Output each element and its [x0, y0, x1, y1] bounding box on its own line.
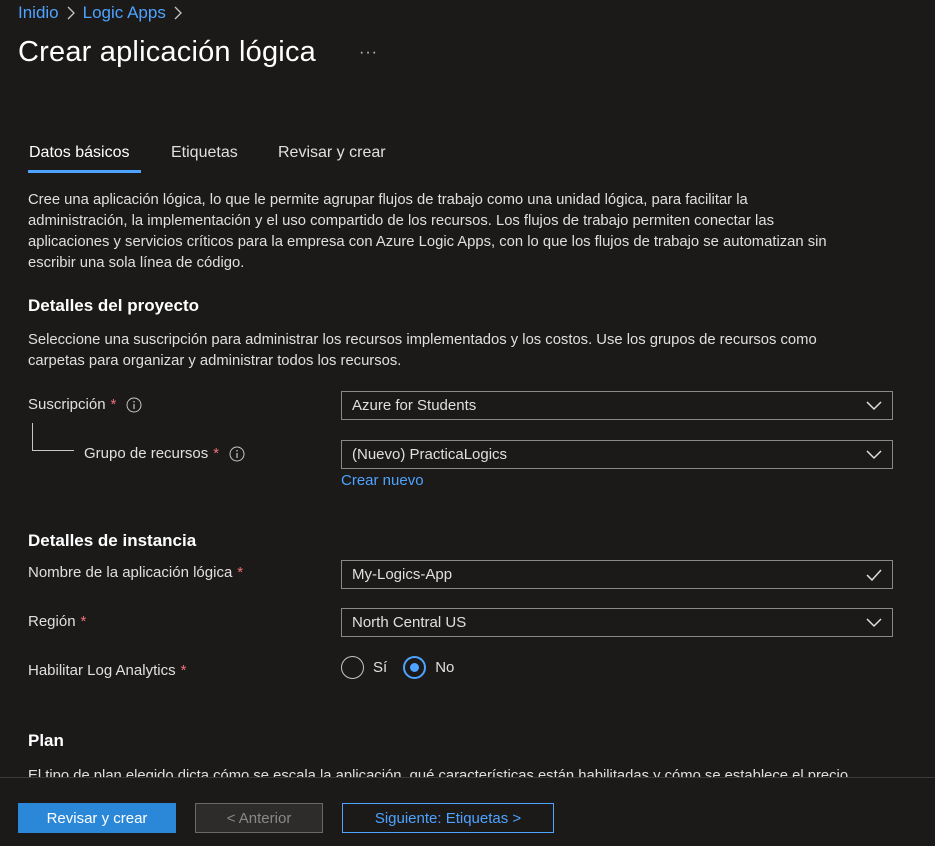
radio-si-label: Sí: [373, 659, 388, 676]
resource-group-value: (Nuevo) PracticaLogics: [352, 446, 508, 463]
required-marker: *: [213, 445, 220, 462]
region-label-text: Región: [28, 613, 76, 630]
intro-description: Cree una aplicación lógica, lo que le pe…: [28, 190, 898, 274]
intro-line: administración, la implementación y el u…: [28, 213, 774, 229]
breadcrumb-link-home[interactable]: Inidio: [18, 3, 59, 23]
intro-line: escribir una sola línea de código.: [28, 255, 245, 271]
chevron-right-icon: [67, 6, 75, 20]
log-analytics-radio-group: Sí No: [341, 656, 454, 679]
project-description: Seleccione una suscripción para administ…: [28, 330, 898, 372]
app-name-label-text: Nombre de la aplicación lógica: [28, 564, 233, 581]
required-marker: *: [110, 396, 117, 413]
tab-datos-basicos[interactable]: Datos básicos: [29, 144, 130, 162]
intro-line: aplicaciones y servicios críticos para l…: [28, 234, 827, 250]
chevron-down-icon: [866, 449, 882, 460]
breadcrumb: Inidio Logic Apps: [18, 3, 190, 23]
required-marker: *: [80, 613, 87, 630]
section-title-plan: Plan: [28, 731, 64, 750]
page-title: Crear aplicación lógica: [18, 36, 316, 68]
region-label: Región *: [28, 613, 86, 630]
region-value: North Central US: [352, 614, 467, 631]
review-create-button[interactable]: Revisar y crear: [18, 803, 176, 833]
project-description-line: Seleccione una suscripción para administ…: [28, 332, 817, 348]
section-title-instance: Detalles de instancia: [28, 531, 197, 550]
chevron-right-icon: [174, 6, 182, 20]
resource-group-dropdown[interactable]: (Nuevo) PracticaLogics: [341, 440, 893, 469]
subscription-label-text: Suscripción: [28, 396, 106, 413]
more-options-button[interactable]: ···: [359, 44, 378, 62]
app-name-value: My-Logics-App: [352, 566, 453, 583]
tree-connector: [32, 423, 33, 451]
subscription-dropdown[interactable]: Azure for Students: [341, 391, 893, 420]
active-tab-indicator: [28, 170, 141, 173]
breadcrumb-link-logic-apps[interactable]: Logic Apps: [83, 3, 166, 23]
chevron-down-icon: [866, 400, 882, 411]
next-button[interactable]: Siguiente: Etiquetas >: [342, 803, 554, 833]
region-dropdown[interactable]: North Central US: [341, 608, 893, 637]
app-name-label: Nombre de la aplicación lógica *: [28, 564, 243, 581]
project-description-line: carpetas para organizar y administrar to…: [28, 353, 402, 369]
radio-si[interactable]: [341, 656, 364, 679]
subscription-value: Azure for Students: [352, 397, 477, 414]
tab-etiquetas[interactable]: Etiquetas: [171, 144, 238, 162]
required-marker: *: [237, 564, 244, 581]
info-icon[interactable]: [229, 446, 245, 462]
create-new-link[interactable]: Crear nuevo: [341, 472, 424, 489]
log-analytics-label: Habilitar Log Analytics *: [28, 662, 186, 679]
resource-group-label: Grupo de recursos *: [84, 445, 245, 462]
required-marker: *: [180, 662, 187, 679]
resource-group-label-text: Grupo de recursos: [84, 445, 209, 462]
chevron-down-icon: [866, 617, 882, 628]
checkmark-icon: [866, 568, 882, 581]
log-analytics-label-text: Habilitar Log Analytics: [28, 662, 176, 679]
radio-no[interactable]: [403, 656, 427, 679]
tree-connector: [32, 450, 74, 451]
previous-button[interactable]: < Anterior: [195, 803, 323, 833]
app-name-input[interactable]: My-Logics-App: [341, 560, 893, 589]
tab-revisar-y-crear[interactable]: Revisar y crear: [278, 144, 386, 162]
intro-line: Cree una aplicación lógica, lo que le pe…: [28, 192, 748, 208]
section-title-project: Detalles del proyecto: [28, 296, 200, 315]
radio-no-label: No: [435, 659, 455, 676]
info-icon[interactable]: [126, 397, 142, 413]
subscription-label: Suscripción *: [28, 396, 142, 413]
